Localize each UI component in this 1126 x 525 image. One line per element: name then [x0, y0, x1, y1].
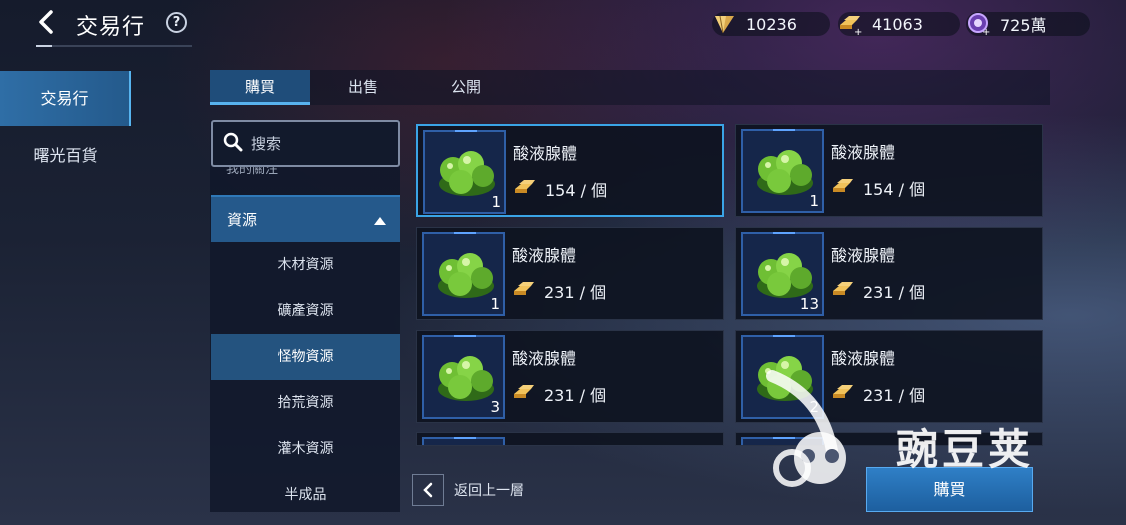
- item-price-row: 231 / 個: [512, 382, 606, 406]
- item-price: 231 / 個: [544, 283, 607, 302]
- item-card[interactable]: 3 酸液腺體 231 / 個: [416, 330, 724, 423]
- item-slot: 1: [423, 130, 506, 214]
- category-resources[interactable]: 資源: [211, 195, 400, 242]
- item-card[interactable]: 1 酸液腺體 154 / 個: [416, 124, 724, 217]
- gold-bar-icon: [512, 279, 536, 303]
- currency-diamond[interactable]: 10236: [712, 12, 830, 36]
- item-name: 酸液腺體: [513, 144, 578, 163]
- nav-item-dawn-store[interactable]: 曙光百貨: [0, 128, 131, 183]
- back-up-level-label: 返回上一層: [454, 483, 524, 499]
- help-icon[interactable]: ?: [166, 12, 187, 33]
- item-price-row: 154 / 個: [513, 177, 607, 201]
- tab-public[interactable]: 公開: [416, 70, 516, 105]
- item-price-row: 231 / 個: [831, 279, 925, 303]
- gold-bar-icon: [831, 279, 855, 303]
- back-up-level-button[interactable]: 返回上一層: [412, 473, 542, 507]
- chevron-left-icon: [412, 474, 444, 506]
- tab-buy[interactable]: 購買: [210, 70, 310, 105]
- item-name: 酸液腺體: [831, 246, 896, 265]
- item-quantity: 13: [799, 295, 819, 313]
- item-price: 231 / 個: [544, 386, 607, 405]
- subcategory-shrub[interactable]: 灌木資源: [211, 426, 400, 472]
- subcategory-monster[interactable]: 怪物資源: [211, 334, 400, 380]
- item-quantity: 1: [491, 193, 501, 211]
- collapse-triangle-icon: [374, 217, 386, 225]
- item-name: 酸液腺體: [831, 143, 896, 162]
- search-placeholder: 搜索: [251, 135, 282, 153]
- category-label: 資源: [227, 211, 258, 229]
- gold-bar-icon: [831, 176, 855, 200]
- svg-text:+: +: [854, 27, 862, 36]
- item-price: 154 / 個: [863, 180, 926, 199]
- currency-gold[interactable]: + 41063: [838, 12, 960, 38]
- currency-purple-value: 725萬: [1000, 16, 1047, 35]
- item-quantity: 1: [490, 295, 500, 313]
- tab-sell[interactable]: 出售: [313, 70, 413, 105]
- currency-diamond-value: 10236: [746, 14, 797, 34]
- item-slot: 3: [422, 335, 505, 419]
- currency-purple[interactable]: + 725萬: [966, 12, 1090, 38]
- item-price: 154 / 個: [545, 181, 608, 200]
- item-name: 酸液腺體: [512, 349, 577, 368]
- svg-text:+: +: [982, 27, 990, 36]
- nav-item-trading-house[interactable]: 交易行: [0, 71, 131, 126]
- diamond-icon: [712, 12, 738, 36]
- item-card[interactable]: 1 酸液腺體 231 / 個: [416, 227, 724, 320]
- item-price-row: 154 / 個: [831, 176, 925, 200]
- item-card[interactable]: 13 酸液腺體 231 / 個: [735, 227, 1043, 320]
- search-input[interactable]: 搜索: [211, 120, 400, 167]
- gold-bar-icon: [512, 382, 536, 406]
- cut-off-list-item[interactable]: 我的關注: [226, 167, 278, 176]
- item-quantity: 3: [490, 398, 500, 416]
- search-icon: [223, 132, 243, 156]
- title-divider: [36, 45, 52, 47]
- title-divider-track: [52, 45, 192, 47]
- back-arrow-icon[interactable]: [34, 8, 60, 36]
- currency-gold-value: 41063: [872, 14, 923, 34]
- item-slot: 1: [422, 232, 505, 316]
- watermark-text: 豌豆荚: [896, 425, 1035, 474]
- subcategory-mineral[interactable]: 礦產資源: [211, 288, 400, 334]
- item-card-partial[interactable]: [416, 432, 724, 446]
- item-price-row: 231 / 個: [512, 279, 606, 303]
- subcategory-scavenge[interactable]: 拾荒資源: [211, 380, 400, 426]
- subcategory-wood[interactable]: 木材資源: [211, 242, 400, 288]
- item-slot: 13: [741, 232, 824, 316]
- gold-bar-icon: [513, 177, 537, 201]
- subcategory-semi-finished[interactable]: 半成品: [211, 472, 400, 518]
- item-slot: [422, 437, 505, 445]
- purple-coin-add-icon: +: [966, 12, 992, 38]
- item-quantity: 1: [809, 192, 819, 210]
- item-card[interactable]: 1 酸液腺體 154 / 個: [735, 124, 1043, 217]
- gold-bar-add-icon: +: [838, 12, 864, 38]
- watermark-logo: 豌豆荚: [762, 356, 1092, 496]
- item-slot: 1: [741, 129, 824, 213]
- item-price: 231 / 個: [863, 283, 926, 302]
- page-title: 交易行: [76, 15, 146, 40]
- item-name: 酸液腺體: [512, 246, 577, 265]
